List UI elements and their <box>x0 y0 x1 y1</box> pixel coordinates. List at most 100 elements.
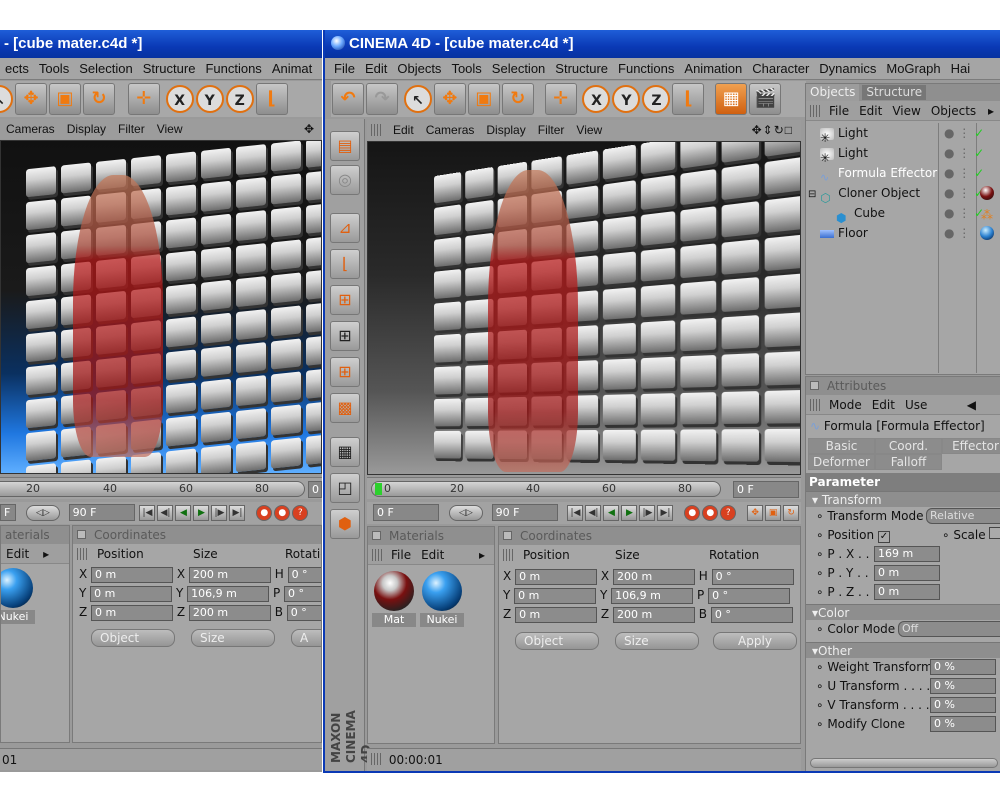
size-x-field[interactable]: 200 m <box>189 567 271 583</box>
render-view-icon[interactable]: 🎬 <box>749 83 781 115</box>
pz-field[interactable]: 0 m <box>874 584 940 600</box>
primitive-group-icon[interactable]: ⬢ <box>330 509 360 539</box>
visibility-dots-icon[interactable]: ● ⋮ ✓ <box>944 163 984 183</box>
record-icon[interactable]: ● <box>256 505 272 521</box>
main-timeline[interactable]: 0 20 40 60 80 0 F <box>367 477 801 499</box>
next-key-icon[interactable]: |▶ <box>211 505 227 521</box>
help-icon[interactable]: ? <box>720 505 736 521</box>
size-x-field[interactable]: 200 m <box>613 569 695 585</box>
py-field[interactable]: 0 m <box>874 565 940 581</box>
play-back-icon[interactable]: ◀ <box>603 505 619 521</box>
tab-objects[interactable]: Objects <box>806 84 859 101</box>
phong-tag-icon[interactable]: ⁂ <box>981 205 993 225</box>
coordinate-system-icon[interactable]: ⌊ <box>256 83 288 115</box>
x-axis-lock-icon[interactable]: X <box>582 85 610 113</box>
panel-checkbox[interactable] <box>372 531 381 540</box>
menu-item[interactable]: Functions <box>200 58 266 76</box>
polygons-mode-icon[interactable]: ⊞ <box>330 357 360 387</box>
y-axis-lock-icon[interactable]: Y <box>612 85 640 113</box>
points-mode-icon[interactable]: ⊞ <box>330 285 360 315</box>
workplane-icon[interactable]: ◰ <box>330 473 360 503</box>
background-timeline[interactable]: 20 40 60 80 0 <box>0 477 322 499</box>
size-y-field[interactable]: 106,9 m <box>187 586 269 602</box>
tab-falloff[interactable]: Falloff <box>875 454 942 470</box>
viewport-nav-icons[interactable]: ✥⇕↻□ <box>746 120 799 140</box>
back-arrow-icon[interactable]: ◀ <box>962 395 981 415</box>
panel-checkbox[interactable] <box>77 530 86 539</box>
object-row-cloner[interactable]: ⊟ ⬡Cloner Object● ⋮ ✓ <box>806 183 1000 203</box>
edges-mode-icon[interactable]: ⊞ <box>330 321 360 351</box>
play-back-icon[interactable]: ◀ <box>175 505 191 521</box>
model-mode-icon[interactable]: ⊿ <box>330 213 360 243</box>
object-row-cube[interactable]: ⬢ Cube ● ⋮ ✓ ⁂ <box>806 203 1000 223</box>
y-axis-lock-icon[interactable]: Y <box>196 85 224 113</box>
materials-menu-edit[interactable]: Edit <box>1 547 34 561</box>
vp-menu-view[interactable]: View <box>151 119 189 139</box>
frame-slider[interactable]: ◁▷ <box>26 505 60 521</box>
menu-tools[interactable]: Tools <box>446 58 486 76</box>
om-menu-view[interactable]: View <box>887 104 925 118</box>
undo-icon[interactable]: ↶ <box>332 83 364 115</box>
material-swatch-mat[interactable]: Mat <box>372 569 416 627</box>
tab-structure[interactable]: Structure <box>862 85 926 100</box>
rot-b-field[interactable]: 0 ° <box>287 605 322 621</box>
size-y-field[interactable]: 106,9 m <box>611 588 693 604</box>
coordinate-system-icon[interactable]: ⌊ <box>672 83 704 115</box>
visibility-dots-icon[interactable]: ● ⋮ ✓ <box>944 183 984 203</box>
move-tool-icon[interactable]: ✥ <box>434 83 466 115</box>
timeline-ruler[interactable]: 0 20 40 60 80 <box>371 481 721 497</box>
scale-tool-icon[interactable]: ▣ <box>468 83 500 115</box>
autokey-icon[interactable]: ● <box>702 505 718 521</box>
world-axis-icon[interactable]: ✛ <box>128 83 160 115</box>
scale-checkbox[interactable] <box>989 527 1000 539</box>
render-region-icon[interactable]: ▦ <box>715 83 747 115</box>
om-menu-edit[interactable]: Edit <box>854 104 887 118</box>
checker-icon[interactable]: ▦ <box>330 437 360 467</box>
section-color[interactable]: ▾Color <box>806 604 1000 620</box>
playhead-marker[interactable] <box>375 483 382 495</box>
object-row-formula-effector[interactable]: ∿ Formula Effector ● ⋮ ✓ <box>806 163 1000 183</box>
keyframe-rotation-icon[interactable]: ↻ <box>783 505 799 521</box>
current-frame-field[interactable]: 0 <box>308 481 322 498</box>
rot-h-field[interactable]: 0 ° <box>712 569 794 585</box>
frame-start-field[interactable]: F <box>0 504 16 521</box>
vp-menu-filter[interactable]: Filter <box>112 119 151 139</box>
attr-menu-use[interactable]: Use <box>900 398 932 412</box>
attribute-scrollbar[interactable] <box>810 758 998 768</box>
tab-basic[interactable]: Basic <box>808 438 875 454</box>
om-menu-objects[interactable]: Objects <box>926 104 981 118</box>
object-row-light[interactable]: ✳ Light ● ⋮ ✓ <box>806 123 1000 143</box>
z-axis-lock-icon[interactable]: Z <box>226 85 254 113</box>
timeline-ruler[interactable]: 20 40 60 80 <box>0 481 305 497</box>
menu-item[interactable]: Animat <box>267 58 317 76</box>
background-viewport[interactable] <box>0 140 322 474</box>
panel-checkbox[interactable] <box>503 531 512 540</box>
tab-deformer[interactable]: Deformer <box>808 454 875 470</box>
pos-y-field[interactable]: 0 m <box>514 588 596 604</box>
materials-menu-edit[interactable]: Edit <box>416 548 449 562</box>
tab-effector[interactable]: Effector <box>942 438 1000 454</box>
go-start-icon[interactable]: |◀ <box>139 505 155 521</box>
current-frame-field[interactable]: 0 F <box>733 481 799 498</box>
autokey-icon[interactable]: ● <box>274 505 290 521</box>
px-field[interactable]: 169 m <box>874 546 940 562</box>
vp-menu-display[interactable]: Display <box>480 120 531 140</box>
play-icon[interactable]: ▶ <box>193 505 209 521</box>
apply-button[interactable]: A <box>291 629 322 647</box>
section-other[interactable]: ▾Other <box>806 642 1000 658</box>
live-selection-icon[interactable]: ↖ <box>0 85 13 113</box>
record-icon[interactable]: ● <box>684 505 700 521</box>
vp-menu-display[interactable]: Display <box>61 119 112 139</box>
material-swatch[interactable]: Nukei <box>0 566 35 624</box>
redo-icon[interactable]: ↷ <box>366 83 398 115</box>
menu-hair[interactable]: Hai <box>946 58 976 76</box>
menu-item[interactable]: ects <box>0 58 34 76</box>
pos-x-field[interactable]: 0 m <box>515 569 597 585</box>
materials-menu-file[interactable]: File <box>386 548 416 562</box>
rotate-tool-icon[interactable]: ↻ <box>83 83 115 115</box>
object-axis-icon[interactable]: ⌊ <box>330 249 360 279</box>
menu-character[interactable]: Character <box>747 58 814 76</box>
frame-end-field[interactable]: 90 F <box>69 504 135 521</box>
viewport-layout-icon[interactable]: ▤ <box>330 131 360 161</box>
tab-coord[interactable]: Coord. <box>875 438 942 454</box>
